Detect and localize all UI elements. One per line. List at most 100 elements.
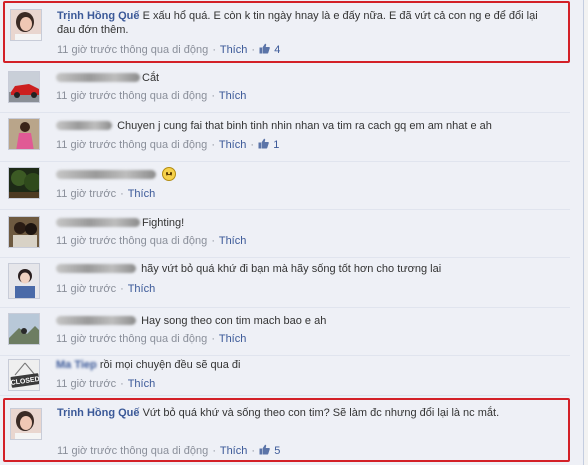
comment-item: CLOSED Ma Tiep rồi mọi chuyện đều sẽ qua… [0, 356, 570, 396]
avatar[interactable] [8, 216, 40, 248]
comment-item: Trịnh Hồng Quế E xấu hổ quá. E còn k tin… [3, 1, 570, 63]
meta-separator: · [120, 188, 124, 200]
thumbs-up-icon [258, 138, 269, 149]
comment-meta: 11 giờ trước · Thích [56, 283, 155, 295]
blurred-author-name[interactable] [56, 170, 156, 179]
comment-item: Hay song theo con tim mach bao e ah 11 g… [0, 308, 570, 356]
meta-separator: · [211, 90, 215, 102]
comment-time[interactable]: 11 giờ trước thông qua di động [56, 139, 207, 151]
comment-text [56, 167, 558, 182]
pink-dress-avatar-icon [9, 119, 39, 149]
comment-text: Trịnh Hồng Quế E xấu hổ quá. E còn k tin… [57, 9, 556, 37]
comment-body: rồi mọi chuyện đều sẽ qua đi [99, 359, 241, 371]
comment-meta: 11 giờ trước · Thích [56, 188, 155, 200]
comment-author[interactable]: Trịnh Hồng Quế [57, 10, 140, 22]
comment-text: Chuyen j cung fai that binh tinh nhin nh… [56, 119, 558, 133]
meta-separator: · [120, 283, 124, 295]
comment-meta: 11 giờ trước thông qua di động · Thích [56, 333, 246, 345]
comment-text: Ma Tiep rồi mọi chuyện đều sẽ qua đi [56, 358, 558, 372]
like-link[interactable]: Thích [219, 235, 247, 247]
meta-separator: · [251, 44, 256, 56]
avatar[interactable] [10, 408, 42, 440]
couple-avatar-icon [9, 217, 39, 247]
comment-item: Fighting! 11 giờ trước thông qua di động… [0, 210, 570, 258]
like-link[interactable]: Thích [219, 90, 247, 102]
like-link[interactable]: Thích [219, 139, 247, 151]
comment-meta: 11 giờ trước · Thích [56, 378, 155, 390]
comment-time[interactable]: 11 giờ trước thông qua di động [57, 44, 208, 56]
meta-separator: · [211, 333, 215, 345]
sad-face-icon [162, 167, 176, 181]
red-car-avatar-icon [9, 72, 39, 102]
avatar[interactable] [8, 167, 40, 199]
comment-item: hãy vứt bỏ quá khứ đi bạn mà hãy sống tố… [0, 258, 570, 308]
scrollbar[interactable] [584, 0, 588, 465]
like-count[interactable]: 4 [274, 44, 280, 56]
mountain-avatar-icon [9, 314, 39, 344]
comment-feed: Trịnh Hồng Quế E xấu hổ quá. E còn k tin… [0, 0, 584, 465]
like-count[interactable]: 5 [274, 445, 280, 457]
avatar[interactable] [8, 71, 40, 103]
comment-text: hãy vứt bỏ quá khứ đi bạn mà hãy sống tố… [56, 262, 558, 276]
comment-body: Fighting! [142, 217, 185, 229]
avatar[interactable] [8, 263, 40, 299]
meta-separator: · [212, 445, 216, 457]
blurred-author-name[interactable] [56, 264, 136, 273]
like-count[interactable]: 1 [273, 139, 279, 151]
thumbs-up-icon [259, 43, 270, 54]
meta-separator: · [211, 139, 215, 151]
thumbs-up-icon [259, 444, 270, 455]
girl-avatar-icon [9, 264, 39, 298]
like-link[interactable]: Thích [128, 378, 156, 390]
blurred-author-name[interactable] [56, 316, 136, 325]
comment-time[interactable]: 11 giờ trước thông qua di động [56, 235, 207, 247]
woman-photo-avatar-icon [11, 409, 41, 439]
comment-time[interactable]: 11 giờ trước [56, 188, 116, 200]
comment-meta: 11 giờ trước thông qua di động · Thích ·… [57, 43, 280, 56]
comment-body: Chuyen j cung fai that binh tinh nhin nh… [117, 120, 492, 132]
comment-meta: 11 giờ trước thông qua di động · Thích [56, 235, 246, 247]
comment-body: hãy vứt bỏ quá khứ đi bạn mà hãy sống tố… [141, 263, 442, 275]
avatar[interactable] [8, 118, 40, 150]
meta-separator: · [120, 378, 124, 390]
comment-item: Trịnh Hồng Quế Vứt bỏ quá khứ và sống th… [3, 398, 570, 462]
like-link[interactable]: Thích [220, 44, 248, 56]
like-link[interactable]: Thích [220, 445, 248, 457]
comment-time[interactable]: 11 giờ trước thông qua di động [57, 445, 208, 457]
comment-text: Fighting! [56, 216, 558, 230]
comment-item: Chuyen j cung fai that binh tinh nhin nh… [0, 113, 570, 162]
meta-separator: · [251, 445, 256, 457]
comment-body: Vứt bỏ quá khứ và sống theo con tim? Sẽ … [142, 407, 500, 419]
avatar[interactable] [8, 313, 40, 345]
like-link[interactable]: Thích [128, 188, 156, 200]
woman-photo-avatar-icon [11, 10, 41, 40]
like-link[interactable]: Thích [128, 283, 156, 295]
comment-time[interactable]: 11 giờ trước [56, 283, 116, 295]
comment-author[interactable]: Ma Tiep [56, 359, 97, 371]
blurred-author-name[interactable] [56, 218, 140, 227]
comment-meta: 11 giờ trước thông qua di động · Thích ·… [56, 138, 279, 151]
comment-time[interactable]: 11 giờ trước thông qua di động [56, 90, 207, 102]
meta-separator: · [212, 44, 216, 56]
blurred-author-name[interactable] [56, 73, 140, 82]
comment-text: Hay song theo con tim mach bao e ah [56, 314, 558, 328]
comment-text: Trịnh Hồng Quế Vứt bỏ quá khứ và sống th… [57, 406, 556, 420]
closed-sign-avatar-icon: CLOSED [9, 360, 39, 390]
meta-separator: · [211, 235, 215, 247]
meta-separator: · [250, 139, 255, 151]
comment-time[interactable]: 11 giờ trước [56, 378, 116, 390]
blurred-author-name[interactable] [56, 121, 112, 130]
comment-item: Cắt 11 giờ trước thông qua di động · Thí… [0, 65, 570, 113]
comment-text: Cắt [56, 71, 558, 85]
comment-body: Cắt [142, 72, 160, 84]
comment-author[interactable]: Trịnh Hồng Quế [57, 407, 140, 419]
avatar[interactable] [10, 9, 42, 41]
comment-item: 11 giờ trước · Thích [0, 162, 570, 210]
comment-body: Hay song theo con tim mach bao e ah [141, 315, 327, 327]
forest-avatar-icon [9, 168, 39, 198]
avatar[interactable]: CLOSED [8, 359, 40, 391]
comment-meta: 11 giờ trước thông qua di động · Thích [56, 90, 246, 102]
comment-time[interactable]: 11 giờ trước thông qua di động [56, 333, 207, 345]
like-link[interactable]: Thích [219, 333, 247, 345]
comment-meta: 11 giờ trước thông qua di động · Thích ·… [57, 444, 280, 457]
